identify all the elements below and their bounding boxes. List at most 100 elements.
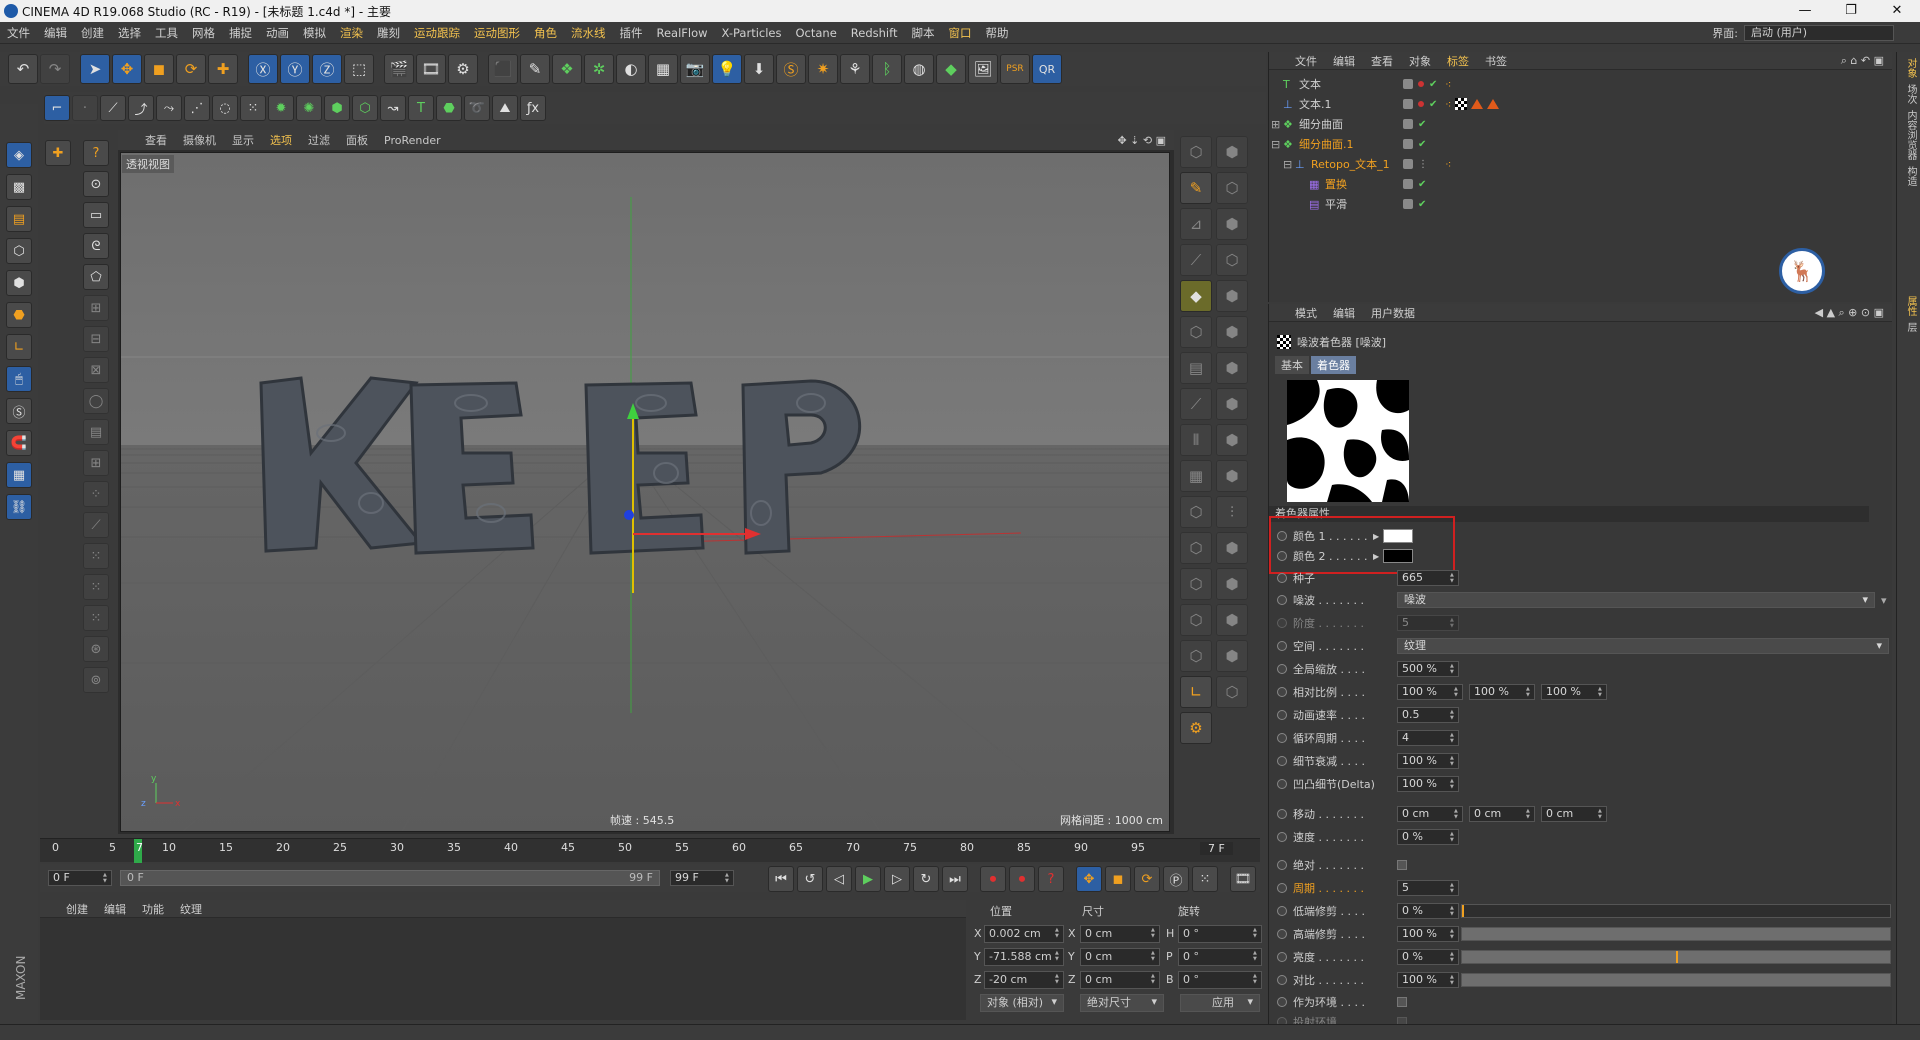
material-menu-edit[interactable]: 编辑 (98, 901, 132, 917)
object-row-smooth[interactable]: ▤ 平滑 ✔ (1269, 194, 1893, 214)
s-plugin-icon[interactable]: Ⓢ (776, 54, 806, 84)
play-icon[interactable]: ▶ (855, 866, 881, 892)
absolute-checkbox[interactable] (1397, 860, 1407, 870)
noise-menu-arrow-icon[interactable]: ▾ (1881, 594, 1887, 607)
rotate-tool-icon[interactable]: ⟳ (176, 54, 206, 84)
rotation-h-field[interactable]: 0 ° (1178, 925, 1262, 943)
viewport-menu-display[interactable]: 显示 (225, 132, 261, 148)
extrude-icon[interactable]: ✺ (296, 95, 322, 121)
move-y-field[interactable]: 0 cm (1469, 806, 1535, 822)
tab-shader[interactable]: 着色器 (1311, 356, 1356, 374)
object-row-subdiv1[interactable]: ⊟ ❖ 细分曲面.1 ✔ (1269, 134, 1893, 154)
sculpt-tool-14-icon[interactable]: ⬢ (1216, 388, 1248, 420)
pen-spline-icon[interactable]: ✎ (520, 54, 550, 84)
menu-redshift[interactable]: Redshift (844, 26, 905, 40)
menu-file[interactable]: 文件 (0, 25, 37, 41)
current-frame-field[interactable]: 7 F (1200, 842, 1233, 855)
dots3-icon[interactable]: ⁙ (83, 605, 109, 631)
sculpt-tool-15-icon[interactable]: ⫴ (1180, 424, 1212, 456)
planar-icon[interactable]: ⛓ (6, 494, 32, 520)
sweep-icon[interactable]: ➰ (464, 95, 490, 121)
om-menu-view[interactable]: 查看 (1365, 53, 1399, 69)
seed-field[interactable]: 665 (1397, 570, 1459, 586)
key-param-icon[interactable]: Ⓟ (1163, 866, 1189, 892)
octane-icon[interactable]: ᛒ (872, 54, 902, 84)
anim-speed-field[interactable]: 0.5 (1397, 707, 1459, 723)
om-menu-file[interactable]: 文件 (1289, 53, 1323, 69)
menu-render[interactable]: 渲染 (333, 25, 370, 41)
sculpt-tool-25-icon[interactable]: ⬡ (1180, 604, 1212, 636)
knife-icon[interactable]: ⟋ (100, 95, 126, 121)
object-row-subdiv[interactable]: ⊞ ❖ 细分曲面 ✔ (1269, 114, 1893, 134)
om-menu-objects[interactable]: 对象 (1403, 53, 1437, 69)
prev-key-icon[interactable]: ↺ (797, 866, 823, 892)
minimize-button[interactable]: — (1782, 0, 1828, 22)
edges-mode-icon[interactable]: ⬢ (6, 270, 32, 296)
record-icon[interactable]: ⏺ (980, 866, 1006, 892)
axis-mode-icon[interactable]: ∟ (6, 334, 32, 360)
next-frame-icon[interactable]: ▷ (884, 866, 910, 892)
material-menu-create[interactable]: 创建 (60, 901, 94, 917)
dots2-icon[interactable]: ⁙ (83, 574, 109, 600)
polygon-pen-icon[interactable]: ✹ (268, 95, 294, 121)
prev-frame-icon[interactable]: ◁ (826, 866, 852, 892)
speed-field[interactable]: 0 % (1397, 829, 1459, 845)
om-menu-tags[interactable]: 标签 (1441, 53, 1475, 69)
size-y-field[interactable]: 0 cm (1080, 948, 1160, 966)
tweak-mode-icon[interactable]: 🖱 (6, 366, 32, 392)
cube-icon[interactable]: ⬛ (488, 54, 518, 84)
menu-snap[interactable]: 捕捉 (222, 25, 259, 41)
sculpt-tool-24-icon[interactable]: ⬢ (1216, 568, 1248, 600)
live-select-icon[interactable]: ➤ (80, 54, 110, 84)
grid-icon[interactable]: ⊞ (83, 450, 109, 476)
menu-realflow[interactable]: RealFlow (650, 26, 715, 40)
strip-tab-content-browser[interactable]: 内容浏览器 (1903, 110, 1918, 160)
position-x-field[interactable]: 0.002 cm (984, 925, 1064, 943)
menu-pipeline[interactable]: 流水线 (564, 25, 613, 41)
menu-mograph[interactable]: 运动图形 (467, 25, 527, 41)
sculpt-tool-9-icon[interactable]: ⬡ (1180, 316, 1212, 348)
low-clip-field[interactable]: 0 % (1397, 903, 1459, 919)
sculpt-tool-12-icon[interactable]: ⬢ (1216, 352, 1248, 384)
contrast-slider[interactable] (1461, 973, 1891, 987)
relative-scale-x-field[interactable]: 100 % (1397, 684, 1463, 700)
floor-icon[interactable]: ▦ (648, 54, 678, 84)
tab-basic[interactable]: 基本 (1275, 356, 1309, 374)
viewport-menu-camera[interactable]: 摄像机 (176, 132, 223, 148)
undo-icon[interactable]: ↶ (8, 54, 38, 84)
recent-tool-icon[interactable]: ✚ (208, 54, 238, 84)
start-frame-field[interactable]: 0 F (48, 870, 112, 886)
rotation-p-field[interactable]: 0 ° (1178, 948, 1262, 966)
sculpt-tool-26-icon[interactable]: ⬢ (1216, 604, 1248, 636)
help-icon[interactable]: ? (83, 140, 109, 166)
deformer-icon[interactable]: ◐ (616, 54, 646, 84)
move-x-field[interactable]: 0 cm (1397, 806, 1463, 822)
menu-mesh[interactable]: 网格 (185, 25, 222, 41)
menu-animate[interactable]: 动画 (259, 25, 296, 41)
strip-tab-takes[interactable]: 场次 (1903, 84, 1918, 104)
global-scale-field[interactable]: 500 % (1397, 661, 1459, 677)
sculpt-tool-21-icon[interactable]: ⬡ (1180, 532, 1212, 564)
render-settings-icon[interactable]: ⚙ (448, 54, 478, 84)
sculpt-tool-27-icon[interactable]: ⬡ (1180, 640, 1212, 672)
strip-tab-objects[interactable]: 对象 (1903, 58, 1918, 78)
om-menu-bookmarks[interactable]: 书签 (1479, 53, 1513, 69)
sculpt-tool-29-icon[interactable]: ⬡ (1216, 676, 1248, 708)
brightness-field[interactable]: 0 % (1397, 949, 1459, 965)
layer-icon[interactable]: ▤ (83, 419, 109, 445)
loop-select-icon[interactable]: ◌ (212, 95, 238, 121)
relative-scale-z-field[interactable]: 100 % (1541, 684, 1607, 700)
coord-mode-select[interactable]: 对象 (相对) (980, 994, 1064, 1012)
size-x-field[interactable]: 0 cm (1080, 925, 1160, 943)
menu-character[interactable]: 角色 (527, 25, 564, 41)
sculpt-tool-17-icon[interactable]: ▦ (1180, 460, 1212, 492)
extrude-inner-icon[interactable]: ⬢ (324, 95, 350, 121)
relative-scale-y-field[interactable]: 100 % (1469, 684, 1535, 700)
mirror2-icon[interactable]: ⊟ (83, 326, 109, 352)
material-menu-function[interactable]: 功能 (136, 901, 170, 917)
lasso-select-icon[interactable]: ᘓ (83, 233, 109, 259)
grid-layer-icon[interactable]: ⊠ (83, 357, 109, 383)
polygon-select-icon[interactable]: ⬠ (83, 264, 109, 290)
brightness-slider[interactable] (1461, 950, 1891, 964)
frame-range-slider[interactable]: 0 F 99 F (120, 870, 660, 886)
